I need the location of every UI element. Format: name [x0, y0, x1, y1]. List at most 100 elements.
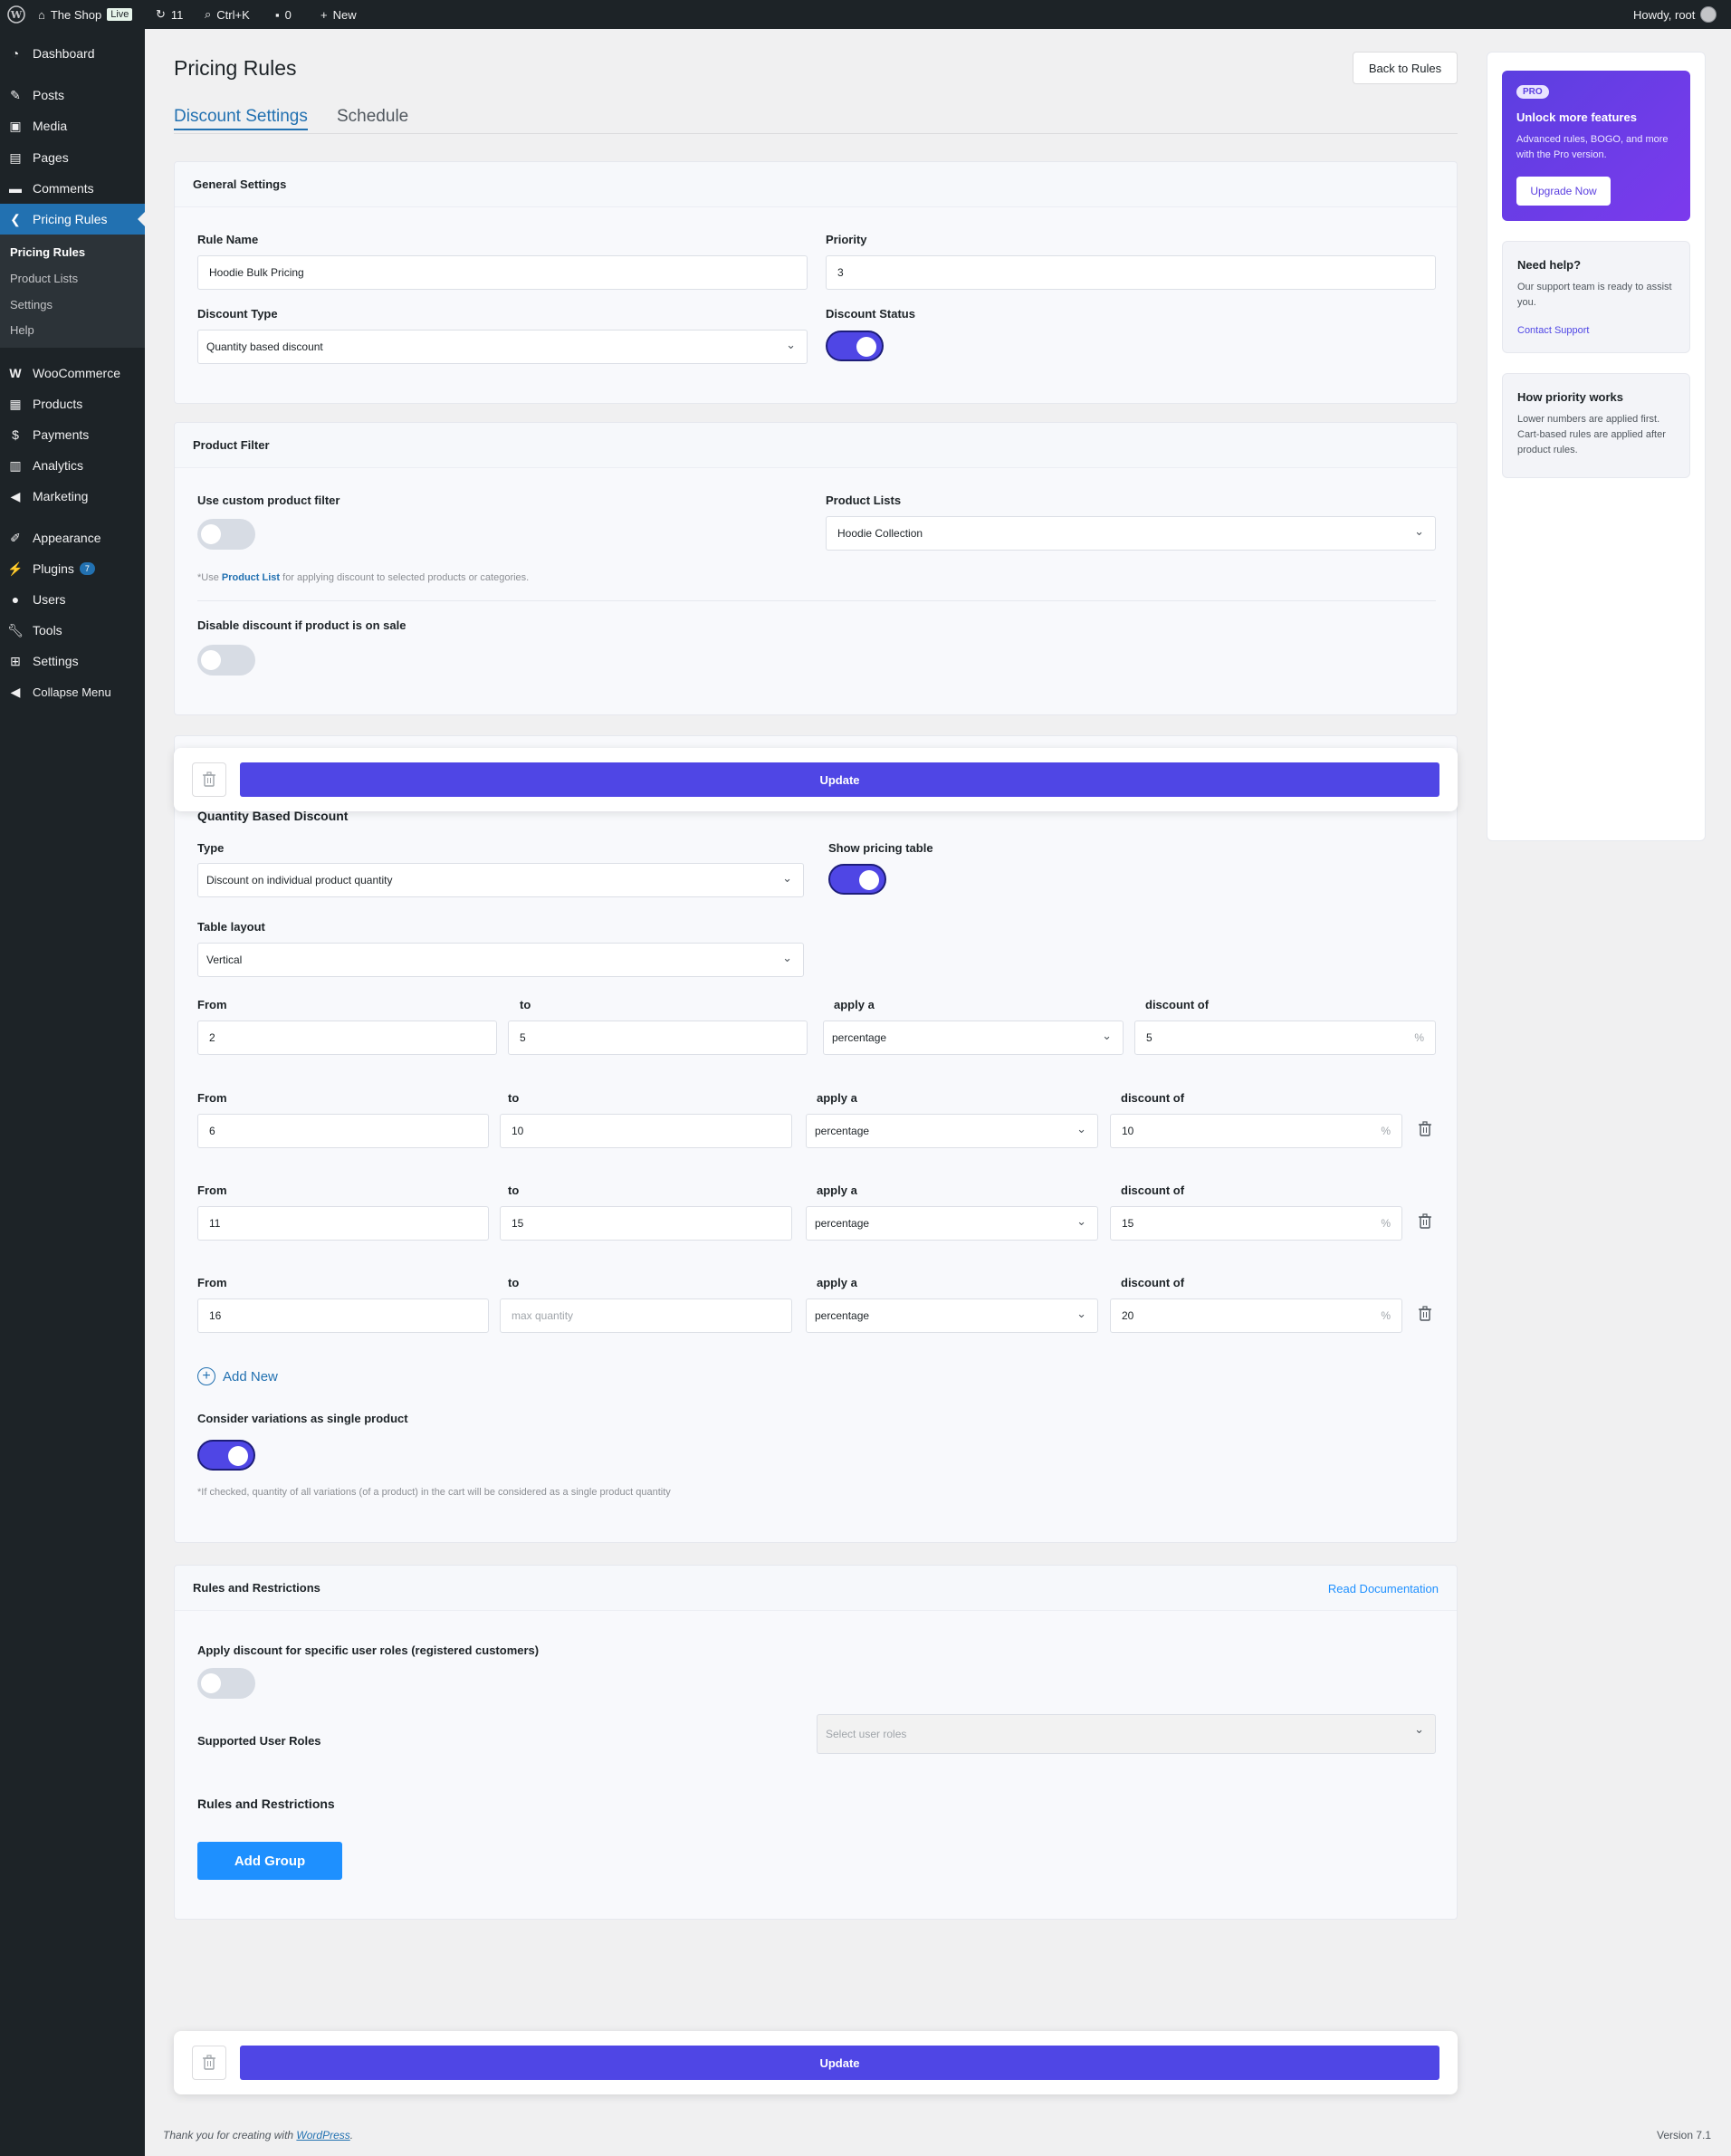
add-group-button[interactable]: Add Group — [197, 1842, 342, 1880]
footer-version: Version 7.1 — [1657, 2129, 1712, 2142]
sidebar-item-appearance[interactable]: ✐ Appearance — [0, 522, 145, 553]
sidebar-item-marketing[interactable]: ◀ Marketing — [0, 481, 145, 512]
comments-link[interactable]: ▪ 0 — [275, 0, 292, 29]
submenu-settings[interactable]: Settings — [10, 298, 53, 311]
row3-delete-trash-icon[interactable] — [1416, 1212, 1434, 1231]
qty-type-select[interactable]: Discount on individual product quantity — [197, 863, 804, 897]
tab-discount-settings[interactable]: Discount Settings — [174, 107, 308, 130]
sidebar-item-media[interactable]: ▣ Media — [0, 110, 145, 141]
product-filter-card: Product Filter Use custom product filter… — [174, 422, 1458, 715]
contact-support-link[interactable]: Contact Support — [1517, 325, 1590, 336]
sidebar-item-settings[interactable]: ⊞ Settings — [0, 646, 145, 676]
row4-to-label: to — [508, 1276, 520, 1289]
tab-schedule[interactable]: Schedule — [337, 107, 408, 127]
supported-roles-select[interactable]: Select user roles — [817, 1714, 1436, 1754]
rules-restrictions-heading: Rules and Restrictions — [175, 1566, 1457, 1611]
percent-suffix: % — [1414, 1031, 1424, 1044]
comments-count: 0 — [284, 7, 292, 22]
disable-on-sale-toggle[interactable] — [197, 645, 255, 676]
row1-apply-label: apply a — [834, 998, 875, 1011]
collapse-icon: ◀ — [10, 684, 21, 699]
settings-icon: ⊞ — [10, 653, 21, 668]
row4-to-input[interactable]: max quantity — [500, 1298, 792, 1333]
wordpress-logo-icon[interactable]: W — [7, 0, 25, 29]
priority-input[interactable]: 3 — [826, 255, 1436, 290]
sidebar-item-payments[interactable]: $ Payments — [0, 419, 145, 450]
sidebar-item-pages[interactable]: ▤ Pages — [0, 142, 145, 173]
user-roles-toggle[interactable] — [197, 1668, 255, 1699]
custom-filter-toggle[interactable] — [197, 519, 255, 550]
sidebar-item-tools[interactable]: 🔧︎ Tools — [0, 615, 145, 646]
sidebar-item-users[interactable]: ● Users — [0, 584, 145, 615]
row2-apply-select[interactable]: percentage — [806, 1114, 1098, 1148]
sidebar-item-plugins[interactable]: ⚡ Plugins 7 — [0, 553, 145, 584]
row2-to-input[interactable]: 10 — [500, 1114, 792, 1148]
sidebar-item-dashboard[interactable]: ◔ Dashboard — [0, 38, 145, 69]
archive-icon: ▦ — [9, 396, 22, 411]
row4-from-input[interactable]: 16 — [197, 1298, 489, 1333]
add-new-row-button[interactable]: + Add New — [197, 1367, 278, 1385]
product-list-link[interactable]: Product List — [222, 572, 280, 583]
quantity-discount-card: Quantity Based Discount Type Discount on… — [174, 735, 1458, 1543]
read-documentation-link[interactable]: Read Documentation — [1328, 1582, 1439, 1595]
row1-from-input[interactable]: 2 — [197, 1021, 497, 1055]
table-layout-select[interactable]: Vertical — [197, 943, 804, 977]
site-name-link[interactable]: ⌂ The Shop Live — [38, 0, 133, 29]
discount-status-toggle[interactable] — [826, 331, 884, 361]
submenu-help[interactable]: Help — [10, 323, 34, 337]
row4-discount-input[interactable]: 20% — [1110, 1298, 1402, 1333]
account-menu[interactable]: Howdy, root — [1633, 0, 1717, 29]
discount-type-select[interactable]: Quantity based discount — [197, 330, 808, 364]
submenu-product-lists[interactable]: Product Lists — [10, 272, 78, 285]
row3-apply-select[interactable]: percentage — [806, 1206, 1098, 1241]
upgrade-now-button[interactable]: Upgrade Now — [1516, 177, 1611, 206]
sidebar-item-comments[interactable]: ▬ Comments — [0, 173, 145, 204]
bar-chart-icon: ▥ — [9, 457, 22, 473]
sidebar-item-products[interactable]: ▦ Products — [0, 388, 145, 419]
row3-from-input[interactable]: 11 — [197, 1206, 489, 1241]
comment-icon: ▪ — [275, 7, 280, 22]
row1-from-label: From — [197, 998, 227, 1011]
product-lists-select[interactable]: Hoodie Collection — [826, 516, 1436, 551]
right-sidebar: PRO Unlock more features Advanced rules,… — [1487, 52, 1706, 841]
updates-link[interactable]: ↻ 11 — [156, 0, 183, 29]
update-button-bottom[interactable]: Update — [240, 2046, 1439, 2080]
collapse-menu-button[interactable]: ◀ Collapse Menu — [0, 676, 145, 707]
variations-toggle[interactable] — [197, 1440, 255, 1471]
wordpress-link[interactable]: WordPress — [296, 2129, 349, 2142]
back-to-rules-button[interactable]: Back to Rules — [1353, 52, 1458, 84]
sidebar-item-analytics[interactable]: ▥ Analytics — [0, 450, 145, 481]
delete-rule-button-bottom[interactable] — [192, 2046, 226, 2080]
row2-to-label: to — [508, 1091, 520, 1105]
woo-icon: W — [9, 366, 22, 380]
new-content-link[interactable]: + New — [320, 0, 357, 29]
row4-delete-trash-icon[interactable] — [1416, 1305, 1434, 1323]
update-button[interactable]: Update — [240, 762, 1439, 797]
row1-to-input[interactable]: 5 — [508, 1021, 808, 1055]
general-settings-card: General Settings Rule Name Hoodie Bulk P… — [174, 161, 1458, 404]
variations-label: Consider variations as single product — [197, 1412, 408, 1425]
row2-delete-trash-icon[interactable] — [1416, 1120, 1434, 1138]
sidebar-item-pricing-rules[interactable]: ❮ Pricing Rules — [0, 204, 145, 235]
command-search[interactable]: ⌕ Ctrl+K — [205, 0, 250, 29]
plug-icon: ⚡ — [7, 561, 24, 576]
rule-name-input[interactable]: Hoodie Bulk Pricing — [197, 255, 808, 290]
delete-rule-button[interactable] — [192, 762, 226, 797]
brush-icon: ✐ — [10, 530, 21, 545]
row2-discount-input[interactable]: 10% — [1110, 1114, 1402, 1148]
sidebar-item-posts[interactable]: ✎ Posts — [0, 80, 145, 110]
row1-discount-input[interactable]: 5% — [1134, 1021, 1436, 1055]
show-pricing-table-toggle[interactable] — [828, 864, 886, 895]
plus-icon: + — [320, 7, 328, 22]
row4-apply-select[interactable]: percentage — [806, 1298, 1098, 1333]
row1-apply-select[interactable]: percentage — [823, 1021, 1124, 1055]
sidebar-item-woocommerce[interactable]: W WooCommerce — [0, 358, 145, 388]
row3-discount-input[interactable]: 15% — [1110, 1206, 1402, 1241]
trash-icon — [203, 2055, 215, 2070]
rules-restrictions-card: Rules and Restrictions Read Documentatio… — [174, 1565, 1458, 1920]
submenu-pricing-rules[interactable]: Pricing Rules — [10, 245, 85, 259]
row2-from-input[interactable]: 6 — [197, 1114, 489, 1148]
chevron-left-icon: ❮ — [10, 211, 21, 226]
row3-to-input[interactable]: 15 — [500, 1206, 792, 1241]
pricing-rules-submenu: Pricing Rules Product Lists Settings Hel… — [0, 235, 145, 348]
